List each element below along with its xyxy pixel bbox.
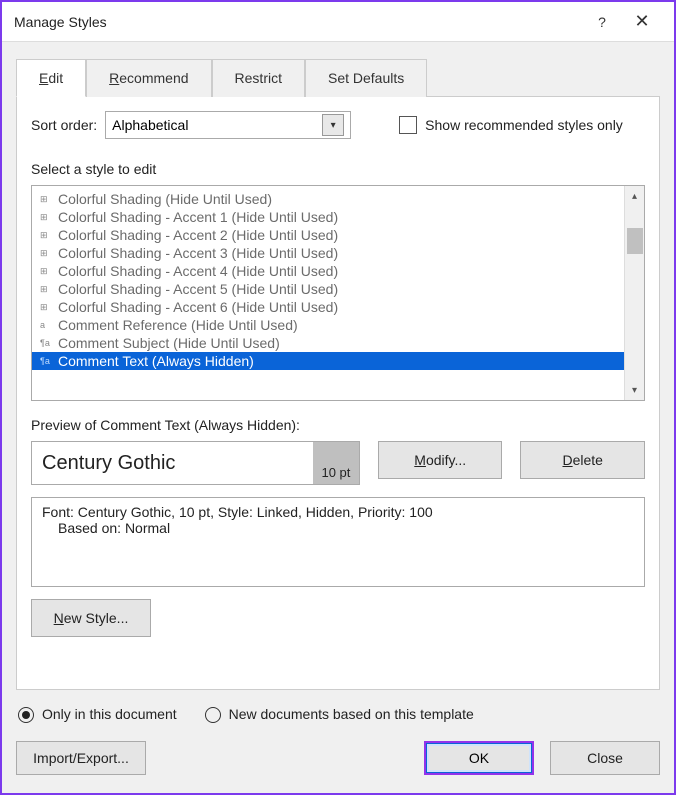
tab-restrict[interactable]: Restrict bbox=[212, 59, 305, 97]
preview-label: Preview of Comment Text (Always Hidden): bbox=[31, 417, 645, 433]
chevron-down-icon: ▾ bbox=[322, 114, 344, 136]
list-item[interactable]: ⊞Colorful Shading (Hide Until Used) bbox=[32, 190, 624, 208]
sort-order-select[interactable]: Alphabetical ▾ bbox=[105, 111, 351, 139]
select-style-label: Select a style to edit bbox=[31, 161, 645, 177]
preview-box: Century Gothic 10 pt bbox=[31, 441, 360, 485]
description-line: Font: Century Gothic, 10 pt, Style: Link… bbox=[42, 504, 634, 520]
ok-button[interactable]: OK bbox=[424, 741, 534, 775]
list-item[interactable]: ⊞Colorful Shading - Accent 3 (Hide Until… bbox=[32, 244, 624, 262]
list-item-selected[interactable]: ¶aComment Text (Always Hidden) bbox=[32, 352, 624, 370]
help-button[interactable]: ? bbox=[582, 14, 622, 30]
preview-font-name: Century Gothic bbox=[32, 452, 185, 475]
tab-recommend[interactable]: Recommend bbox=[86, 59, 211, 97]
list-item[interactable]: ⊞Colorful Shading - Accent 2 (Hide Until… bbox=[32, 226, 624, 244]
radio-checked-icon bbox=[18, 707, 34, 723]
radio-new-documents[interactable]: New documents based on this template bbox=[205, 706, 474, 723]
list-item[interactable]: ¶aComment Subject (Hide Until Used) bbox=[32, 334, 624, 352]
sort-order-value: Alphabetical bbox=[112, 117, 188, 133]
new-style-button[interactable]: New Style... bbox=[31, 599, 151, 637]
titlebar: Manage Styles ? ✕ bbox=[2, 2, 674, 42]
style-description: Font: Century Gothic, 10 pt, Style: Link… bbox=[31, 497, 645, 587]
sort-order-label: Sort order: bbox=[31, 117, 97, 133]
tab-set-defaults[interactable]: Set Defaults bbox=[305, 59, 427, 97]
styles-listbox[interactable]: ⊞Colorful Shading (Hide Until Used) ⊞Col… bbox=[31, 185, 645, 401]
scroll-thumb[interactable] bbox=[627, 228, 643, 254]
list-item[interactable]: aComment Reference (Hide Until Used) bbox=[32, 316, 624, 334]
scroll-down-icon[interactable]: ▾ bbox=[625, 380, 644, 400]
radio-unchecked-icon bbox=[205, 707, 221, 723]
close-window-button[interactable]: ✕ bbox=[622, 11, 662, 32]
list-item[interactable]: ⊞Colorful Shading - Accent 6 (Hide Until… bbox=[32, 298, 624, 316]
list-item[interactable]: ⊞Colorful Shading - Accent 4 (Hide Until… bbox=[32, 262, 624, 280]
scope-radio-group: Only in this document New documents base… bbox=[18, 706, 660, 723]
manage-styles-dialog: Manage Styles ? ✕ Edit Recommend Restric… bbox=[0, 0, 676, 795]
edit-panel: Sort order: Alphabetical ▾ Show recommen… bbox=[16, 96, 660, 690]
close-button[interactable]: Close bbox=[550, 741, 660, 775]
modify-button[interactable]: Modify... bbox=[378, 441, 503, 479]
list-item[interactable]: ⊞Colorful Shading - Accent 1 (Hide Until… bbox=[32, 208, 624, 226]
scrollbar[interactable]: ▴ ▾ bbox=[624, 186, 644, 400]
import-export-button[interactable]: Import/Export... bbox=[16, 741, 146, 775]
tabstrip: Edit Recommend Restrict Set Defaults bbox=[16, 58, 660, 96]
dialog-content: Edit Recommend Restrict Set Defaults Sor… bbox=[2, 42, 674, 741]
checkbox-icon bbox=[399, 116, 417, 134]
tab-edit[interactable]: Edit bbox=[16, 59, 86, 97]
delete-button[interactable]: Delete bbox=[520, 441, 645, 479]
show-recommended-checkbox[interactable]: Show recommended styles only bbox=[399, 116, 623, 134]
window-title: Manage Styles bbox=[14, 14, 582, 30]
styles-list: ⊞Colorful Shading (Hide Until Used) ⊞Col… bbox=[32, 186, 624, 400]
scroll-up-icon[interactable]: ▴ bbox=[625, 186, 644, 206]
list-item[interactable]: ⊞Colorful Shading - Accent 5 (Hide Until… bbox=[32, 280, 624, 298]
description-line: Based on: Normal bbox=[42, 520, 634, 536]
preview-font-size[interactable]: 10 pt bbox=[313, 442, 359, 484]
dialog-footer: Import/Export... OK Close bbox=[2, 741, 674, 793]
radio-only-document[interactable]: Only in this document bbox=[18, 706, 177, 723]
